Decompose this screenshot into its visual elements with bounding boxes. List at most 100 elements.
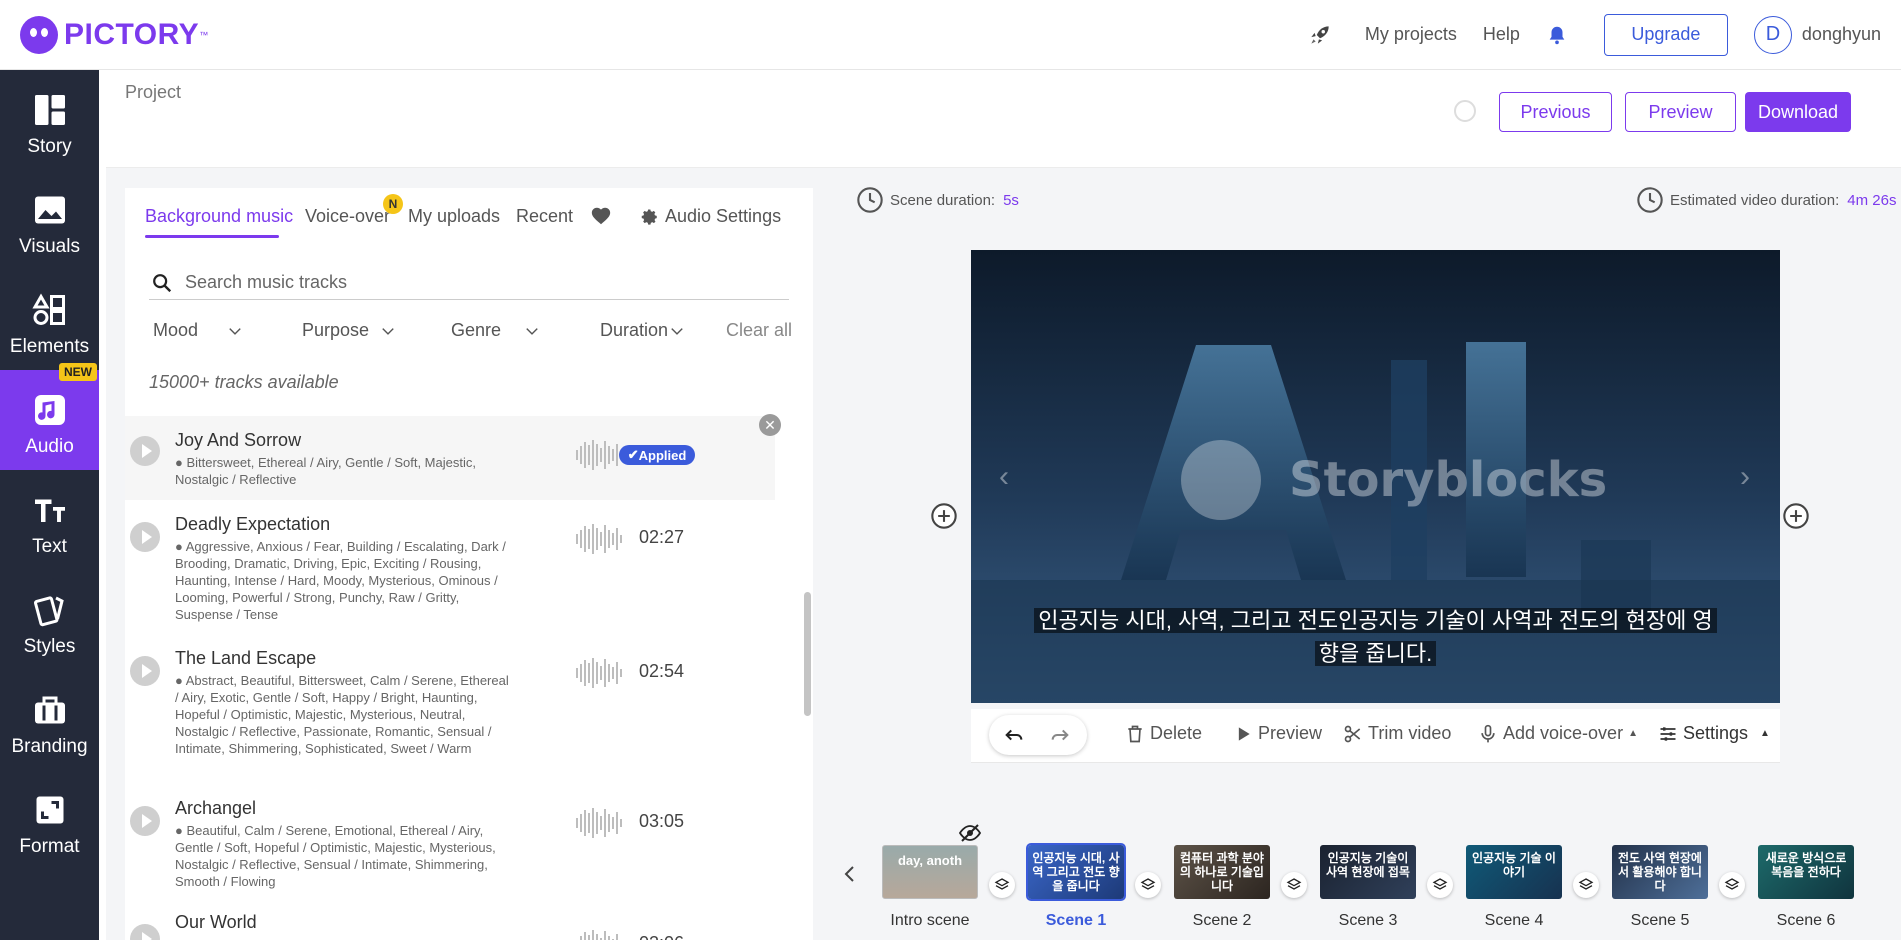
layers-icon[interactable] [1573,872,1599,898]
rocket-icon[interactable] [1307,22,1333,48]
video-next-arrow-icon[interactable]: › [1740,460,1760,493]
avatar[interactable]: D [1753,15,1792,54]
layers-icon[interactable] [1427,872,1453,898]
scene-label[interactable]: Intro scene [870,912,990,930]
scene-label[interactable]: Scene 4 [1454,912,1574,930]
upgrade-button[interactable]: Upgrade [1603,13,1728,56]
track-row[interactable]: The Land Escape ● Abstract, Beautiful, B… [125,638,775,784]
clock-icon [1637,187,1663,213]
track-row[interactable]: Deadly Expectation ● Aggressive, Anxious… [125,504,775,634]
scenes-scroll-left-icon[interactable] [842,864,858,884]
pictory-logo[interactable]: PICTORY ™ [20,15,208,54]
microphone-icon [1481,724,1495,742]
play-icon[interactable] [130,522,160,552]
add-scene-before-icon[interactable] [930,502,958,530]
clear-all-link[interactable]: Clear all [726,320,792,341]
filter-label: Mood [153,320,199,340]
settings-label: Settings [1683,723,1749,743]
sidebar-item-audio[interactable]: NEW Audio [0,363,99,470]
duration-filter[interactable]: Duration [600,320,684,341]
sidebar-item-elements[interactable]: Elements [0,270,99,370]
scene-thumbnail-4[interactable]: 인공지능 기술 이야기 [1466,845,1562,899]
track-row[interactable]: Our World 02:06 [125,902,775,945]
purpose-filter[interactable]: Purpose [302,320,395,341]
tab-audio-settings[interactable]: Audio Settings [641,206,781,227]
download-button[interactable]: Download [1745,92,1851,132]
sidebar-item-text[interactable]: Text [0,470,99,570]
tab-my-uploads[interactable]: My uploads [408,206,500,227]
briefcase-icon [34,696,65,724]
sidebar-item-styles[interactable]: Styles [0,570,99,670]
waveform-icon [576,658,622,688]
sidebar-item-story[interactable]: Story [0,70,99,170]
previous-button[interactable]: Previous [1499,92,1612,132]
username[interactable]: donghyun [1802,24,1881,45]
scene-thumbnail-1[interactable]: 인공지능 시대, 사역 그리고 전도 향을 줍니다 [1026,843,1126,901]
sidebar-item-label: Text [32,536,67,557]
applied-badge: ✔ Applied [619,445,695,465]
video-caption[interactable]: 인공지능 시대, 사역, 그리고 전도인공지능 기술이 사역과 전도의 현장에 … [1011,604,1740,670]
caret-up-icon: ▲ [1760,728,1770,739]
add-voice-over-button[interactable]: Add voice-over ▲ [1478,723,1638,744]
track-duration: 02:54 [639,661,685,681]
redo-icon[interactable] [1049,724,1071,746]
preview-label: Preview [1258,723,1323,743]
storyblocks-logo-icon [1181,440,1261,520]
search-input[interactable] [185,272,765,293]
scene-thumb-text: 컴퓨터 과학 분야의 하나로 기술입니다 [1180,851,1264,893]
layers-icon[interactable] [1135,872,1161,898]
tab-recent[interactable]: Recent [516,206,573,227]
track-duration: 03:05 [639,811,685,831]
scene-thumbnail-6[interactable]: 새로운 방식으로 복음을 전하다 [1758,845,1854,899]
scene-label[interactable]: Scene 3 [1308,912,1428,930]
image-icon [34,196,65,224]
track-row[interactable]: Archangel ● Beautiful, Calm / Serene, Em… [125,788,775,898]
undo-icon[interactable] [1003,724,1025,746]
scrollbar[interactable] [804,592,811,716]
help-link[interactable]: Help [1483,24,1520,45]
bell-icon[interactable] [1546,24,1568,46]
add-scene-after-icon[interactable] [1782,502,1810,530]
bottom-edge [0,940,1901,945]
my-projects-link[interactable]: My projects [1365,24,1457,45]
video-prev-arrow-icon[interactable]: ‹ [999,460,1019,493]
close-icon[interactable]: ✕ [759,414,781,436]
trim-label: Trim video [1368,723,1452,743]
scene-label[interactable]: Scene 6 [1746,912,1866,930]
scene-thumbnail-2[interactable]: 컴퓨터 과학 분야의 하나로 기술입니다 [1174,845,1270,899]
scene-thumbnail-intro[interactable]: day, anoth [882,845,978,899]
trim-video-button[interactable]: Trim video [1343,723,1451,744]
mood-filter[interactable]: Mood [153,320,242,341]
hidden-eye-icon[interactable] [958,823,982,843]
sidebar-item-visuals[interactable]: Visuals [0,170,99,270]
scene-label[interactable]: Scene 2 [1162,912,1282,930]
layers-icon[interactable] [1719,872,1745,898]
genre-filter[interactable]: Genre [451,320,539,341]
play-icon[interactable] [130,806,160,836]
scene-thumbnail-3[interactable]: 인공지능 기술이 사역 현장에 접목 [1320,845,1416,899]
track-duration: 02:27 [639,527,685,547]
play-icon[interactable] [130,436,160,466]
project-title[interactable]: Project [125,82,181,103]
heart-icon[interactable] [590,205,612,227]
new-badge: NEW [59,363,97,381]
layers-icon[interactable] [989,872,1015,898]
preview-button[interactable]: Preview [1625,92,1736,132]
trash-icon [1128,725,1142,742]
sidebar-item-label: Visuals [19,236,80,257]
delete-button[interactable]: Delete [1125,723,1202,744]
scene-thumbnail-5[interactable]: 전도 사역 현장에서 활용해야 합니다 [1612,845,1708,899]
track-row[interactable]: Joy And Sorrow ● Bittersweet, Ethereal /… [125,414,781,500]
scene-duration-label: Scene duration: [890,191,996,209]
tab-voice-over[interactable]: Voice-over [305,206,390,227]
sidebar-item-format[interactable]: Format [0,770,99,870]
scene-label[interactable]: Scene 5 [1600,912,1720,930]
play-icon[interactable] [130,656,160,686]
scene-preview-button[interactable]: Preview [1233,723,1322,744]
video-preview[interactable]: ‹ › Storyblocks 인공지능 시대, 사역, 그리고 전도인공지능 … [971,250,1780,703]
sidebar-item-branding[interactable]: Branding [0,670,99,770]
settings-button[interactable]: Settings ▲ [1658,723,1770,744]
layers-icon[interactable] [1281,872,1307,898]
scene-label[interactable]: Scene 1 [1016,912,1136,930]
tab-background-music[interactable]: Background music [145,206,293,227]
